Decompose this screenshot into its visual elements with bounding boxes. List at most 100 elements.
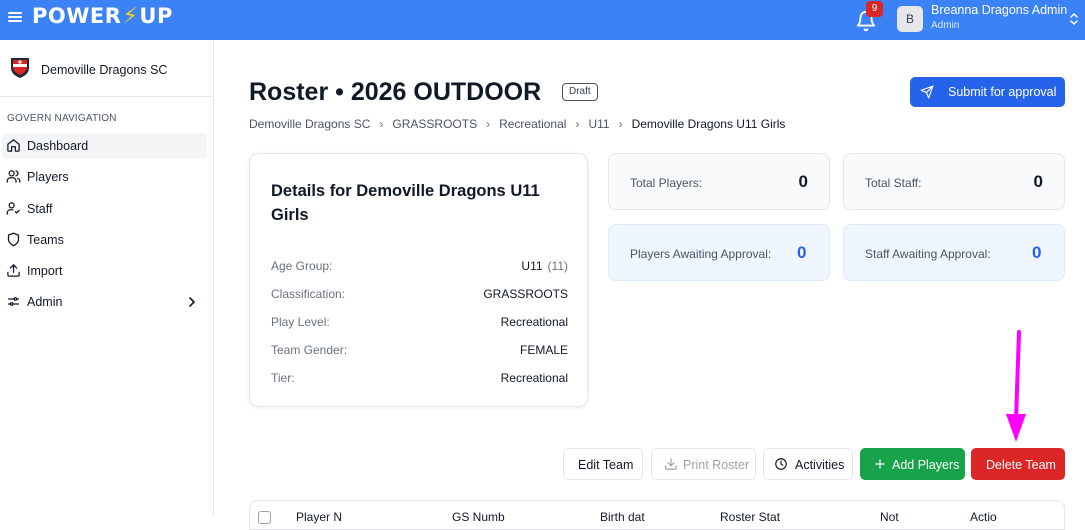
club-name: Demoville Dragons SC — [41, 63, 168, 77]
breadcrumb-separator-icon: › — [379, 117, 384, 131]
detail-label: Classification: — [271, 287, 346, 301]
breadcrumb-separator-icon: › — [575, 117, 580, 131]
club-selector[interactable]: Demoville Dragons SC — [0, 40, 213, 97]
sidebar-item-label: Dashboard — [27, 139, 89, 153]
sidebar-item-import[interactable]: Import — [2, 258, 207, 284]
sidebar-item-players[interactable]: Players — [2, 164, 207, 190]
stat-card-total-players: Total Players: 0 — [608, 153, 830, 210]
sidebar-item-label: Import — [27, 264, 63, 278]
delete-team-label: Delete Team — [986, 458, 1056, 472]
submit-label: Submit for approval — [948, 85, 1057, 99]
page-title: Roster • 2026 OUTDOOR — [249, 78, 542, 106]
user-role: Admin — [931, 20, 960, 31]
breadcrumb-item-play-level[interactable]: Recreational — [499, 117, 566, 131]
stat-value: 0 — [1033, 172, 1043, 191]
stat-label: Total Staff: — [865, 176, 922, 190]
breadcrumb-separator-icon: › — [618, 117, 623, 131]
stat-label: Total Players: — [630, 176, 703, 190]
stat-card-players-awaiting: Players Awaiting Approval: 0 — [608, 224, 830, 281]
stat-value: 0 — [1032, 243, 1042, 262]
add-players-label: Add Players — [892, 458, 960, 472]
print-roster-label: Print Roster — [683, 458, 749, 472]
notification-badge: 9 — [866, 1, 883, 17]
nav-heading: GOVERN NAVIGATION — [7, 113, 117, 124]
breadcrumb-item-age-group[interactable]: U11 — [588, 117, 609, 131]
stat-label: Players Awaiting Approval: — [630, 247, 772, 261]
add-players-button[interactable]: Add Players — [860, 448, 965, 480]
app-logo[interactable]: POWER⚡UP — [32, 4, 173, 29]
roster-table — [249, 500, 1065, 530]
detail-row-play-level: Play Level: Recreational — [271, 315, 568, 335]
sliders-icon — [7, 297, 20, 306]
sidebar-item-staff[interactable]: Staff — [2, 196, 207, 222]
detail-label: Team Gender: — [271, 343, 348, 357]
edit-team-label: Edit Team — [578, 458, 634, 472]
sidebar-item-label: Teams — [27, 233, 64, 247]
details-title: Details for Demoville Dragons U11 Girls — [271, 182, 540, 224]
plus-icon — [875, 459, 885, 469]
detail-label: Play Level: — [271, 315, 330, 329]
detail-label: Age Group: — [271, 259, 333, 273]
detail-value: Recreational — [500, 315, 568, 329]
column-header-player-name[interactable]: Player N — [296, 510, 342, 524]
submit-for-approval-button[interactable]: Submit for approval — [910, 77, 1065, 107]
menu-icon[interactable] — [8, 10, 22, 24]
age-group-extra: (11) — [547, 259, 568, 273]
users-icon — [6, 170, 21, 183]
delete-team-button[interactable]: Delete Team — [971, 448, 1065, 480]
detail-row-team-gender: Team Gender: FEMALE — [271, 343, 568, 363]
sidebar-item-admin[interactable]: Admin — [2, 289, 207, 315]
send-icon — [920, 85, 934, 99]
shield-icon — [7, 232, 20, 247]
stat-label: Staff Awaiting Approval: — [865, 247, 991, 261]
column-header-actions[interactable]: Actio — [970, 510, 997, 524]
clock-icon — [775, 458, 787, 470]
breadcrumb-item-classification[interactable]: GRASSROOTS — [392, 117, 477, 131]
chevron-right-icon — [189, 297, 195, 307]
chevron-updown-icon[interactable] — [1069, 10, 1079, 28]
status-badge: Draft — [562, 83, 598, 101]
detail-value: FEMALE — [519, 343, 568, 357]
column-header-gs-number[interactable]: GS Numb — [452, 510, 505, 524]
breadcrumb-item-team: Demoville Dragons U11 Girls — [631, 117, 786, 131]
stat-value: 0 — [798, 172, 808, 191]
team-details-card: Details for Demoville Dragons U11 Girls … — [249, 153, 588, 407]
activities-label: Activities — [795, 458, 845, 472]
avatar[interactable]: B — [897, 6, 923, 32]
column-header-notes[interactable]: Not — [880, 510, 899, 524]
user-name[interactable]: Breanna Dragons Admin — [931, 3, 1067, 17]
sidebar-item-label: Staff — [27, 202, 53, 216]
annotation-arrow-icon — [1006, 330, 1026, 442]
home-icon — [7, 139, 20, 152]
detail-value: Recreational — [500, 371, 568, 385]
stat-value: 0 — [797, 243, 807, 262]
breadcrumb-separator-icon: › — [486, 117, 491, 131]
upload-icon — [7, 264, 20, 277]
detail-row-tier: Tier: Recreational — [271, 371, 568, 391]
edit-team-button[interactable]: Edit Team — [563, 448, 643, 480]
select-all-checkbox[interactable] — [258, 511, 271, 524]
column-header-roster-status[interactable]: Roster Stat — [720, 510, 780, 524]
sidebar: Demoville Dragons SC GOVERN NAVIGATION D… — [0, 40, 214, 516]
sidebar-item-teams[interactable]: Teams — [2, 227, 207, 253]
detail-row-age-group: Age Group: U11 (11) — [271, 259, 568, 279]
top-bar: POWER⚡UP 9 B Breanna Dragons Admin Admin — [0, 0, 1085, 40]
detail-value: GRASSROOTS — [483, 287, 568, 301]
user-staff-icon — [6, 202, 20, 215]
breadcrumb-item-club[interactable]: Demoville Dragons SC — [249, 117, 370, 131]
sidebar-item-label: Players — [27, 170, 69, 184]
sidebar-item-label: Admin — [27, 295, 63, 309]
detail-value: U11 (11) — [521, 259, 568, 273]
breadcrumb: Demoville Dragons SC › GRASSROOTS › Recreati… — [249, 117, 785, 131]
stat-card-total-staff: Total Staff: 0 — [843, 153, 1065, 210]
club-crest-icon — [11, 58, 29, 78]
stat-card-staff-awaiting: Staff Awaiting Approval: 0 — [843, 224, 1065, 281]
detail-row-classification: Classification: GRASSROOTS — [271, 287, 568, 307]
sidebar-item-dashboard[interactable]: Dashboard — [2, 133, 207, 159]
column-header-birth-date[interactable]: Birth dat — [600, 510, 645, 524]
detail-label: Tier: — [271, 371, 295, 385]
age-group-value: U11 — [521, 259, 543, 273]
print-roster-button[interactable]: Print Roster — [651, 448, 756, 480]
activities-button[interactable]: Activities — [763, 448, 853, 480]
download-icon — [665, 458, 677, 470]
